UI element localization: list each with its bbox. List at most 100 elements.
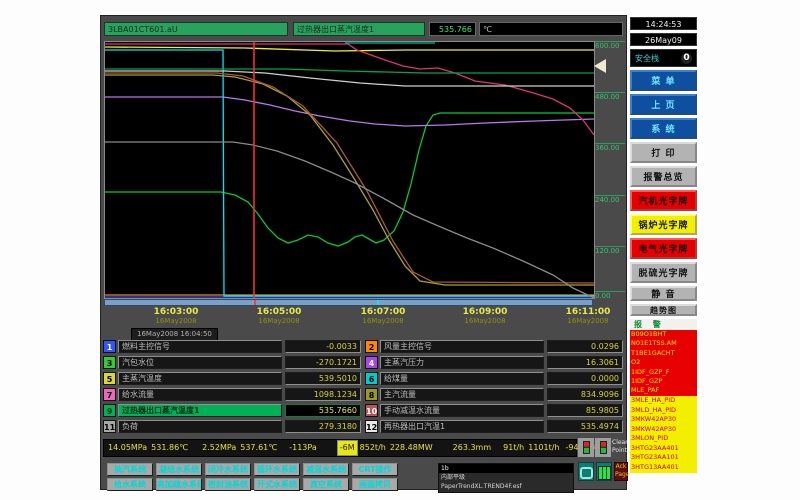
legend-color-chip: 2 [365, 340, 378, 353]
status-cell: -113Pa [287, 441, 319, 455]
tag-description-field[interactable]: 过热器出口蒸汽温度1 [293, 22, 425, 36]
legend-value: 279.3180 [285, 420, 361, 433]
legend-value: 535.4974 [547, 420, 623, 433]
legend-row[interactable]: 6给煤量0.0000 [365, 372, 623, 385]
safety-stack-indicator: 安全栈 0 [630, 49, 697, 67]
nav-button[interactable]: 减温水系统 [303, 463, 349, 476]
legend-row[interactable]: 4主蒸汽压力16.3061 [365, 356, 623, 369]
link-pages-button[interactable] [578, 462, 594, 481]
y-tick-label: 0.00 [595, 291, 625, 300]
alarm-tag[interactable]: 3MKW42AP30 [630, 415, 697, 425]
legend-row[interactable]: 2风量主控信号0.0296 [365, 340, 623, 353]
trend-stop-button[interactable] [595, 438, 611, 457]
nav-button[interactable]: 画面拷贝 [352, 478, 398, 491]
legend-row[interactable]: 3汽包水位-270.1721 [103, 356, 361, 369]
alarm-list-header: 报 警 [630, 319, 697, 330]
y-tick-label: 480.00 [595, 92, 625, 101]
nav-button[interactable]: 开式水系统 [254, 478, 300, 491]
plant-status-bar: 14.05MPa531.86℃2.52MPa537.61℃-113Pa-6M85… [103, 439, 577, 457]
value-slider-triangle-icon[interactable] [594, 59, 606, 73]
sidebar-button[interactable]: 菜 单 [630, 70, 697, 91]
nav-button[interactable]: CRT操作 [352, 463, 398, 476]
page-grid-button[interactable] [596, 462, 612, 481]
legend-label: 再热器出口汽温1 [380, 420, 544, 433]
sidebar-button[interactable]: 上 页 [630, 94, 697, 115]
alarm-tag[interactable]: 3MLON_PID [630, 434, 697, 444]
legend-row[interactable]: 5主蒸汽温度539.5010 [103, 372, 361, 385]
legend-row[interactable]: 8主汽流量834.9096 [365, 388, 623, 401]
legend-label: 主蒸汽温度 [118, 372, 282, 385]
alarm-tag[interactable]: O2 [630, 358, 697, 367]
legend-label: 过热器出口蒸汽温度1 [118, 404, 282, 417]
x-tick-date: 16May2008 [343, 317, 423, 325]
command-box[interactable]: 1b 内部平级 PaperTrendXL.TREND4F.esf [438, 463, 574, 493]
alarm-tag[interactable]: 3HTG23AA101 [630, 453, 697, 463]
trend-curve-drum-level [105, 113, 594, 246]
nav-button[interactable]: 凝结水系统 [156, 463, 202, 476]
page-path-label: PaperTrendXL.TREND4F.esf [439, 482, 573, 491]
legend-value: 834.9096 [547, 388, 623, 401]
legend-row[interactable]: 12再热器出口汽温1535.4974 [365, 420, 623, 433]
y-tick-label: 600.00 [595, 41, 625, 50]
status-cell: 852t/h [358, 441, 388, 455]
time-scrollbar[interactable] [104, 299, 593, 306]
sidebar-button[interactable]: 电气光字牌 [630, 238, 697, 259]
command-input[interactable]: 1b [439, 464, 573, 473]
legend-value: -0.0033 [285, 340, 361, 353]
sidebar-button[interactable]: 汽机光字牌 [630, 190, 697, 211]
alarm-tag[interactable]: 3MKW42AP30 [630, 425, 697, 435]
trend-run-button[interactable] [578, 438, 594, 457]
sidebar-button[interactable]: 脱硫光字牌 [630, 262, 697, 283]
legend-color-chip: 5 [103, 372, 116, 385]
alarm-tag[interactable]: 1IDF_GZP_F [630, 368, 697, 377]
sidebar-button[interactable]: 锅炉光字牌 [630, 214, 697, 235]
clock-time: 14:24:53 [630, 17, 697, 30]
alarm-tag[interactable]: T1BE1GACHT [630, 349, 697, 358]
nav-row-1: 抽汽系统凝结水系统闭冷水系统循环水系统减温水系统CRT操作 [107, 463, 398, 476]
sidebar-button[interactable]: 打 印 [630, 142, 697, 163]
nav-button[interactable]: 真空系统 [303, 478, 349, 491]
nav-button[interactable]: 闭冷水系统 [205, 463, 251, 476]
legend-row[interactable]: 7给水流量1098.1234 [103, 388, 361, 401]
alarm-tag[interactable]: N01E1TSS.AM [630, 339, 697, 348]
ack-page-button[interactable]: Ack Page [614, 462, 628, 481]
y-tick-label: 240.00 [595, 195, 625, 204]
legend-label: 汽包水位 [118, 356, 282, 369]
alarm-tag[interactable]: 3MLE_HA_PID [630, 396, 697, 406]
sidebar-button[interactable]: 趋势图 [630, 304, 697, 316]
legend-color-chip: 11 [103, 420, 116, 433]
nav-button[interactable]: 给水系统 [107, 478, 153, 491]
sidebar-button[interactable]: 报警总览 [630, 166, 697, 187]
alarm-tag[interactable]: MLE_PAF [630, 386, 697, 395]
trend-curve-main-steam-pressure [105, 97, 594, 126]
scrollbar-cursor-tick[interactable] [254, 300, 256, 305]
sidebar-button[interactable]: 静 音 [630, 286, 697, 301]
traffic-light-icon [583, 441, 590, 454]
scrollbar-position-tick[interactable] [377, 300, 379, 305]
legend-row[interactable]: 11负荷279.3180 [103, 420, 361, 433]
status-cell: 91t/h [501, 441, 526, 455]
legend-row[interactable]: 1燃料主控信号-0.0033 [103, 340, 361, 353]
x-tick-time: 16:07:00 [343, 308, 423, 317]
clock-date: 26May09 [630, 33, 697, 46]
alarm-tag[interactable]: 3HTG13AA401 [630, 463, 697, 473]
alarm-tag[interactable]: 3MLD_HA_PID [630, 406, 697, 416]
alarm-tag[interactable]: 1IDF_GZP [630, 377, 697, 386]
alarm-tag[interactable]: B09O1BHT [630, 330, 697, 339]
nav-button[interactable]: 抽汽系统 [107, 463, 153, 476]
legend-value: 85.9805 [547, 404, 623, 417]
legend-label: 风量主控信号 [380, 340, 544, 353]
legend-label: 主蒸汽压力 [380, 356, 544, 369]
sidebar-button[interactable]: 系 统 [630, 118, 697, 139]
nav-button[interactable]: 密封油系统 [205, 478, 251, 491]
status-cell: 14.05MPa [106, 441, 149, 455]
alarm-tag[interactable]: 3HTG23AA401 [630, 444, 697, 454]
nav-button[interactable]: 循环水系统 [254, 463, 300, 476]
alarm-list-acknowledged: 3MLE_HA_PID3MLD_HA_PID3MKW42AP303MKW42AP… [630, 396, 697, 473]
status-cell: 531.86℃ [149, 441, 190, 455]
tag-name-field[interactable]: 3LBA01CT601.aU [104, 22, 288, 36]
clear-point-label: Clear Point [612, 439, 628, 455]
legend-row[interactable]: 10手动减温水流量85.9805 [365, 404, 623, 417]
legend-row[interactable]: 9过热器出口蒸汽温度1535.7660 [103, 404, 361, 417]
nav-button[interactable]: 高加疏水系统 [156, 478, 202, 491]
